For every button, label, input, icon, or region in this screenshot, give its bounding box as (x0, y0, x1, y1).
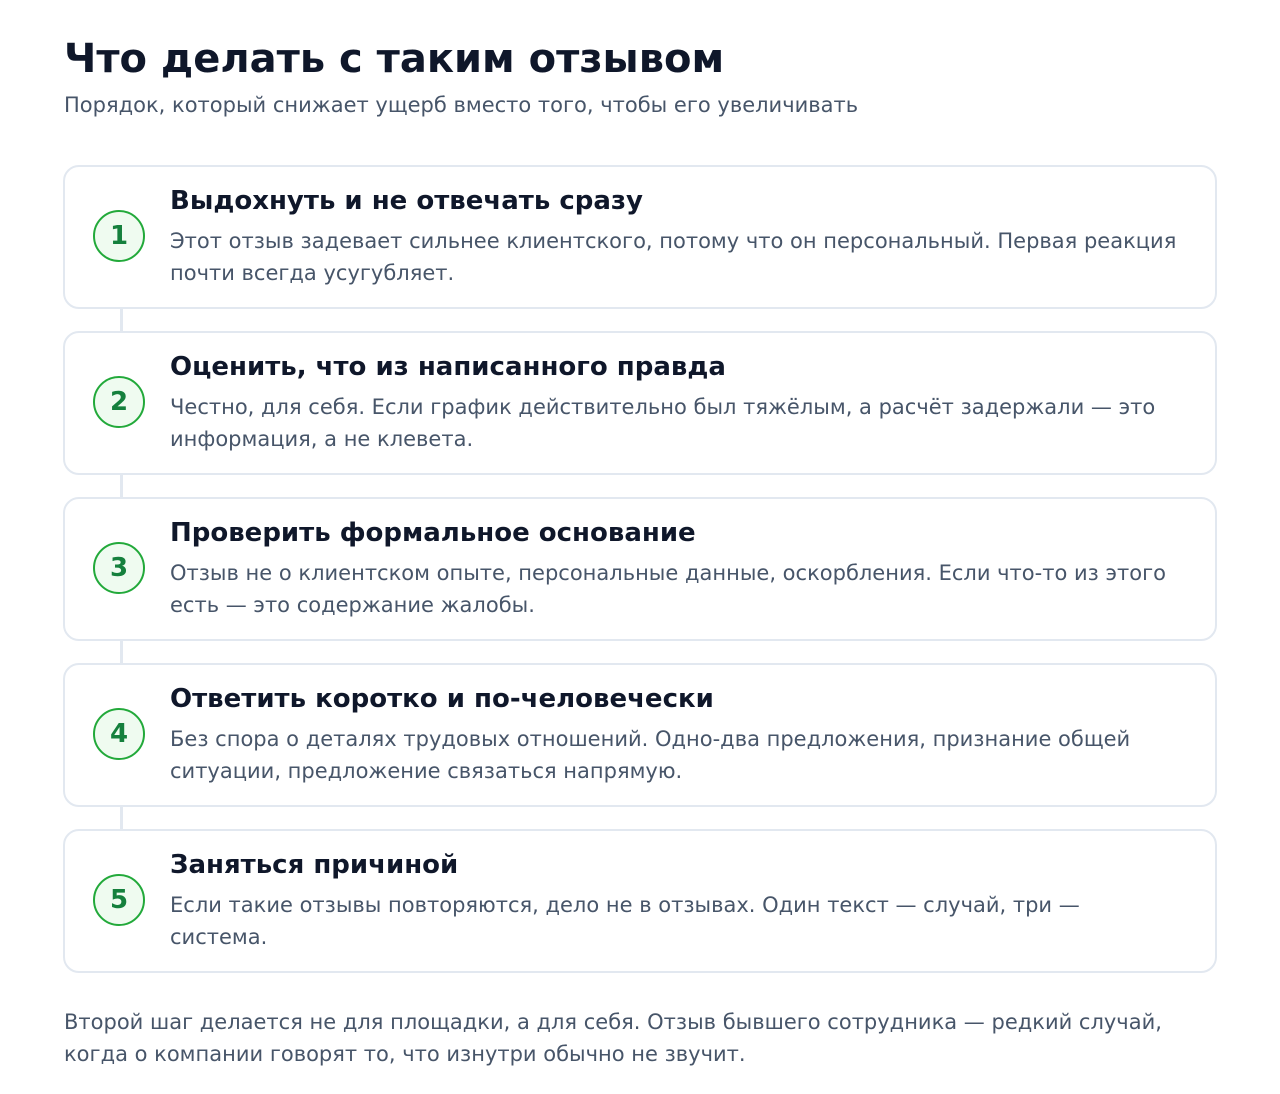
step-description: Честно, для себя. Если график действител… (170, 395, 1156, 451)
step-connector-line (120, 309, 123, 333)
step-connector-line (120, 641, 123, 665)
page-subtitle: Порядок, который снижает ущерб вместо то… (64, 93, 859, 117)
footer-note: Второй шаг делается не для площадки, а д… (64, 1010, 1162, 1066)
step-description: Если такие отзывы повторяются, дело не в… (170, 893, 1080, 949)
step-content: Заняться причиной Если такие отзывы повт… (170, 847, 1180, 953)
step-title: Выдохнуть и не отвечать сразу (170, 186, 643, 216)
step-content: Выдохнуть и не отвечать сразу Этот отзыв… (170, 183, 1180, 289)
step-content: Проверить формальное основание Отзыв не … (170, 515, 1180, 621)
step-title: Ответить коротко и по-человечески (170, 684, 714, 714)
step-description: Этот отзыв задевает сильнее клиентского,… (170, 229, 1177, 285)
step-card-5: 5 Заняться причиной Если такие отзывы по… (63, 829, 1217, 973)
step-number-badge: 3 (93, 542, 145, 594)
step-connector-line (120, 475, 123, 499)
step-title: Оценить, что из написанного правда (170, 352, 726, 382)
steps-list: 1 Выдохнуть и не отвечать сразу Этот отз… (63, 165, 1217, 973)
step-card-3: 3 Проверить формальное основание Отзыв н… (63, 497, 1217, 665)
step-card-1: 1 Выдохнуть и не отвечать сразу Этот отз… (63, 165, 1217, 333)
step-number-badge: 5 (93, 874, 145, 926)
step-title: Проверить формальное основание (170, 518, 696, 548)
step-description: Отзыв не о клиентском опыте, персональны… (170, 561, 1166, 617)
step-content: Ответить коротко и по-человечески Без сп… (170, 681, 1180, 787)
step-connector-line (120, 807, 123, 831)
step-description: Без спора о деталях трудовых отношений. … (170, 727, 1131, 783)
step-card-4: 4 Ответить коротко и по-человечески Без … (63, 663, 1217, 831)
step-number-badge: 2 (93, 376, 145, 428)
step-title: Заняться причиной (170, 850, 459, 880)
step-number-badge: 1 (93, 210, 145, 262)
page-title: Что делать с таким отзывом (64, 36, 725, 82)
page: Что делать с таким отзывом Порядок, кото… (0, 0, 1280, 1094)
step-content: Оценить, что из написанного правда Честн… (170, 349, 1180, 455)
step-number-badge: 4 (93, 708, 145, 760)
step-card-2: 2 Оценить, что из написанного правда Чес… (63, 331, 1217, 499)
